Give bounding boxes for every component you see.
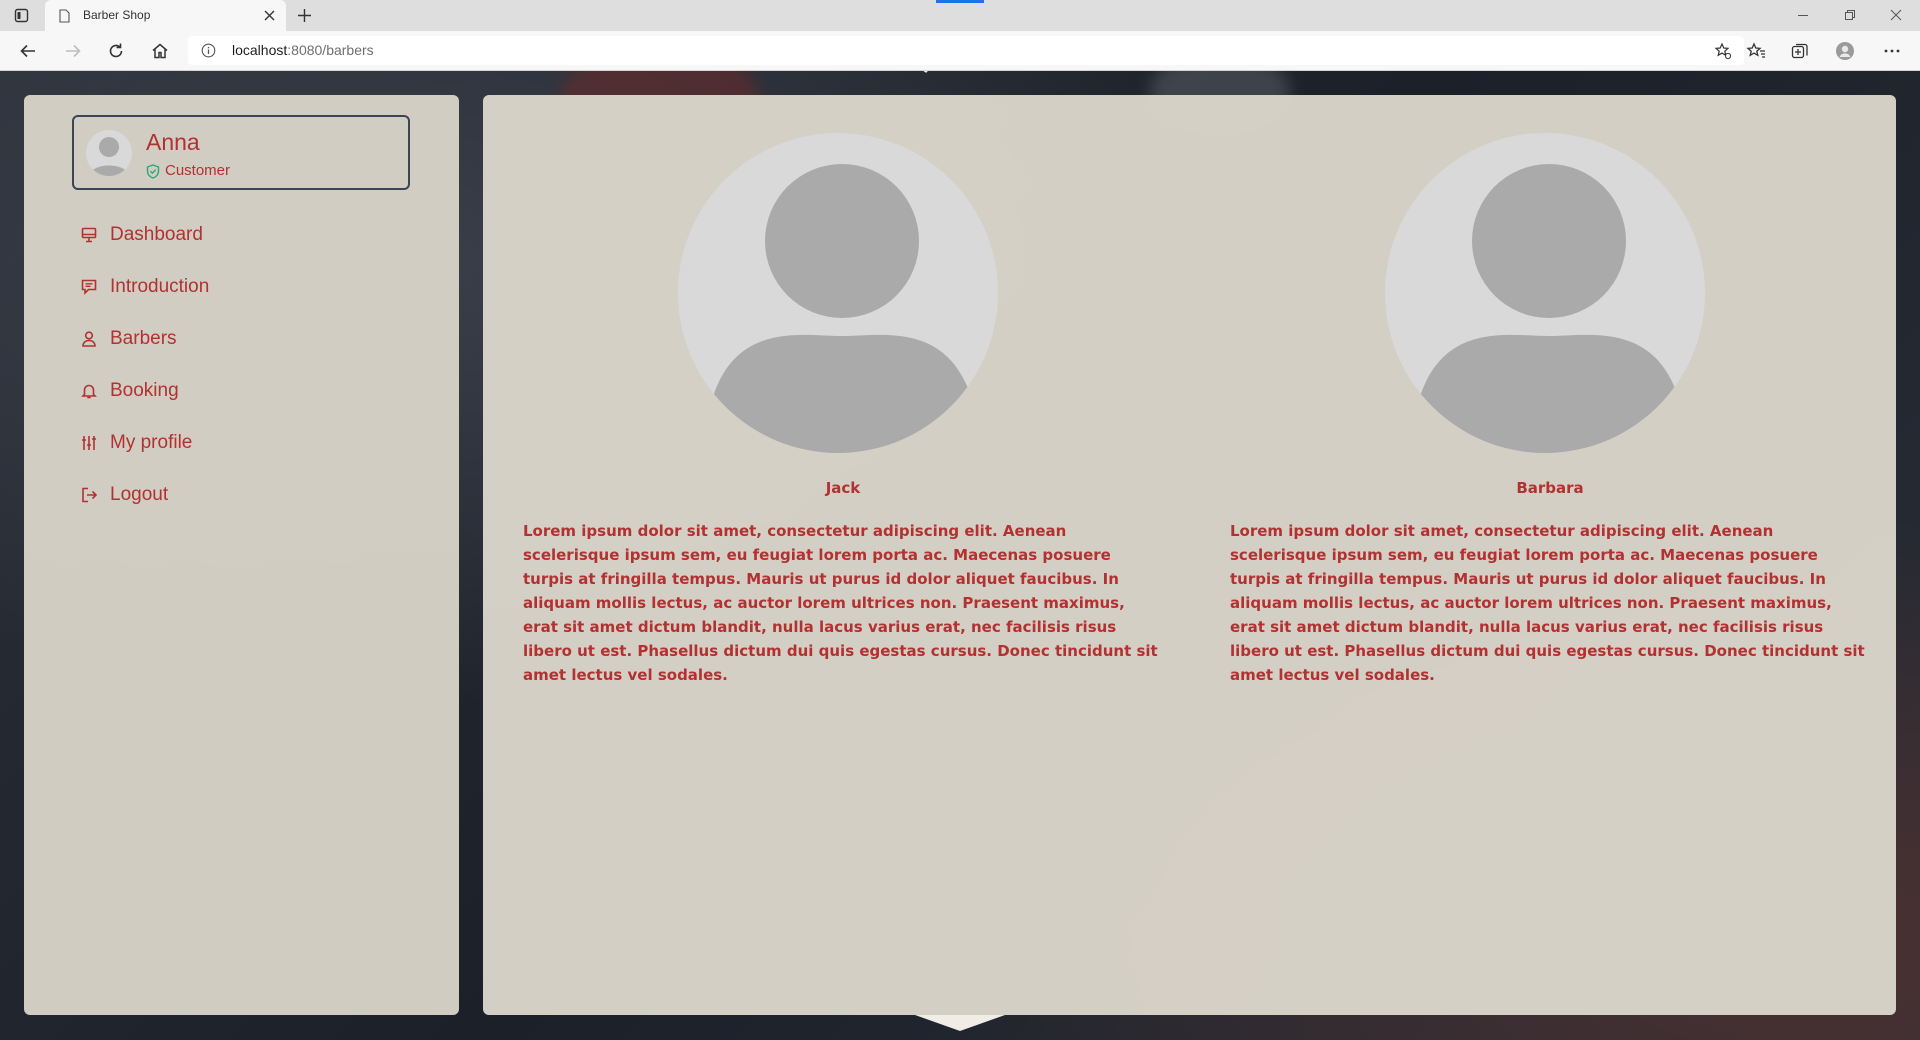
forward-icon[interactable]: [63, 41, 83, 61]
sidebar-item-my-profile[interactable]: My profile: [80, 417, 380, 469]
shield-check-icon: [146, 164, 160, 179]
browser-tab[interactable]: Barber Shop: [45, 0, 286, 31]
tab-title: Barber Shop: [83, 8, 151, 22]
person-icon: [82, 331, 96, 347]
reload-icon[interactable]: [106, 41, 126, 61]
user-card[interactable]: Anna Customer: [72, 115, 410, 190]
address-bar[interactable]: localhost:8080/barbers: [188, 36, 1744, 65]
browser-toolbar: localhost:8080/barbers: [0, 31, 1920, 71]
sidebar-item-dashboard[interactable]: Dashboard: [80, 209, 380, 261]
url-text: localhost:8080/barbers: [232, 42, 374, 58]
sidebar-item-label: Logout: [110, 484, 169, 505]
more-icon[interactable]: [1882, 41, 1902, 61]
loading-indicator: [936, 0, 984, 3]
user-avatar: [86, 130, 132, 176]
profile-icon[interactable]: [1835, 41, 1855, 61]
sidebar-item-logout[interactable]: Logout: [80, 469, 380, 521]
window-menu-icon[interactable]: [14, 8, 29, 23]
sidebar-item-label: Barbers: [110, 328, 177, 349]
sidebar-item-label: My profile: [110, 432, 193, 453]
logout-icon: [82, 487, 98, 503]
url-path: :8080/barbers: [287, 42, 374, 58]
sidebar-item-label: Booking: [110, 380, 179, 401]
sidebar-item-barbers[interactable]: Barbers: [80, 313, 380, 365]
top-ornament: [923, 71, 928, 73]
page-viewport: Anna Customer Dashboard Introduction Bar…: [0, 71, 1920, 1040]
page-icon: [59, 9, 70, 23]
add-favorite-icon[interactable]: [1714, 42, 1732, 60]
close-tab-icon[interactable]: [263, 9, 276, 22]
browser-tab-strip: Barber Shop: [0, 0, 1920, 31]
bottom-ornament: [915, 1015, 1005, 1031]
barbers-panel: Jack Lorem ipsum dolor sit amet, consect…: [483, 95, 1896, 1015]
barber-name: Barbara: [1516, 479, 1584, 497]
sidebar: Anna Customer Dashboard Introduction Bar…: [24, 95, 459, 1015]
restore-icon[interactable]: [1842, 7, 1858, 23]
user-role: Customer: [165, 162, 231, 179]
sidebar-item-label: Dashboard: [110, 224, 203, 245]
url-host: localhost: [232, 42, 288, 58]
collections-icon[interactable]: [1790, 41, 1810, 61]
new-tab-icon[interactable]: [296, 7, 313, 24]
back-icon[interactable]: [18, 41, 38, 61]
barber-photo-placeholder-icon: [1385, 133, 1705, 453]
monitor-icon: [81, 227, 97, 243]
sidebar-item-label: Introduction: [110, 276, 210, 297]
sidebar-menu: Dashboard Introduction Barbers Booking M…: [80, 209, 380, 521]
user-name: Anna: [146, 129, 200, 155]
bell-icon: [81, 384, 97, 399]
barber-description: Lorem ipsum dolor sit amet, consectetur …: [1230, 522, 1865, 684]
message-icon: [81, 279, 97, 295]
sidebar-item-introduction[interactable]: Introduction: [80, 261, 380, 313]
barber-photo-placeholder-icon: [678, 133, 998, 453]
favorites-icon[interactable]: [1746, 41, 1766, 61]
info-icon[interactable]: [201, 43, 216, 58]
barber-description: Lorem ipsum dolor sit amet, consectetur …: [523, 522, 1158, 684]
sidebar-item-booking[interactable]: Booking: [80, 365, 380, 417]
barber-name: Jack: [825, 479, 861, 497]
home-icon[interactable]: [150, 41, 170, 61]
close-window-icon[interactable]: [1888, 7, 1904, 23]
minimize-icon[interactable]: [1795, 7, 1811, 23]
avatar-placeholder-icon: [86, 130, 132, 176]
sliders-icon: [82, 436, 96, 450]
